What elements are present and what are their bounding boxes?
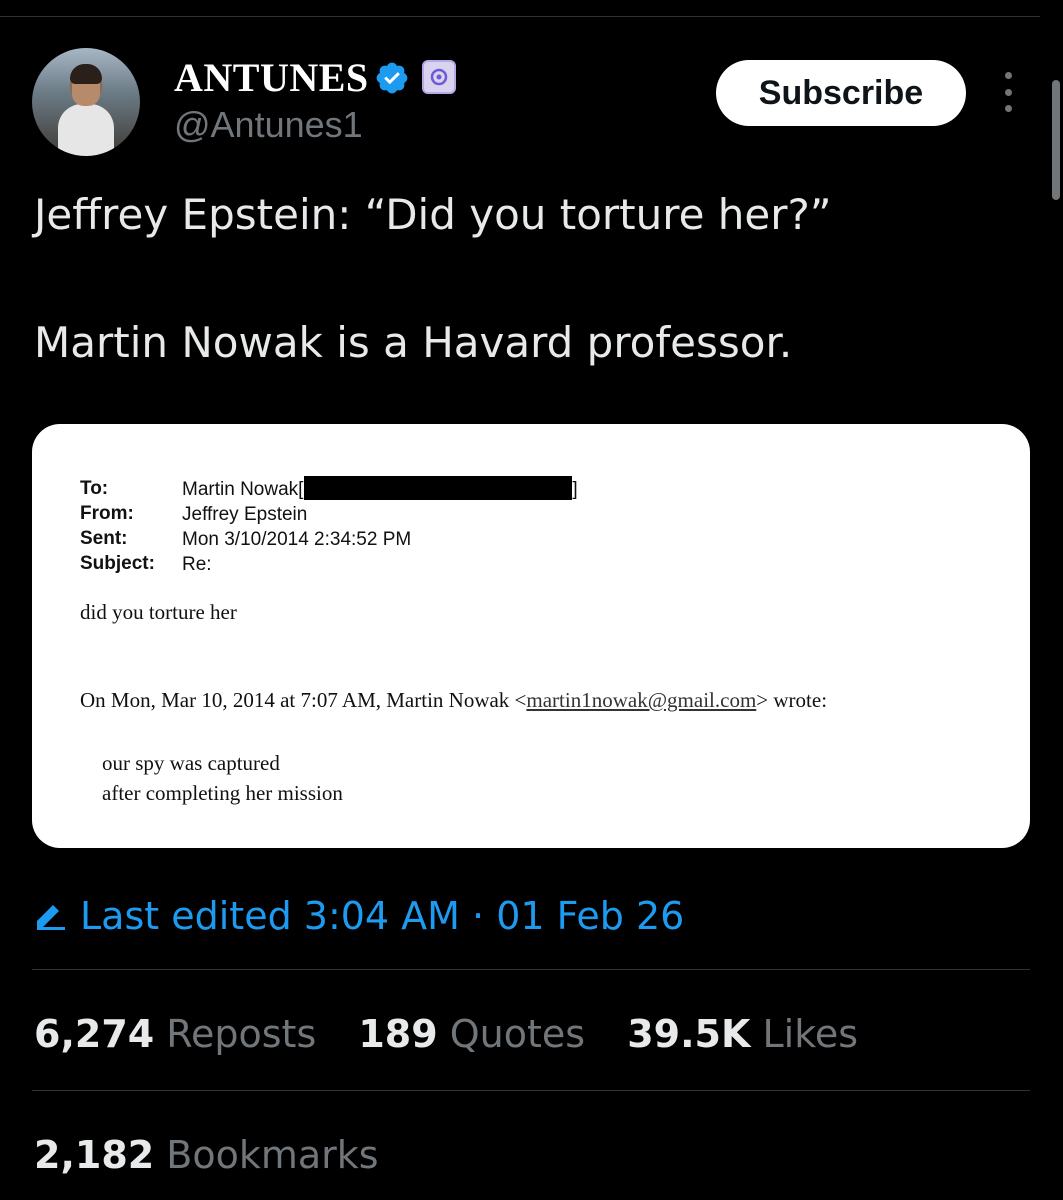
subscribe-button[interactable]: Subscribe (716, 60, 966, 126)
post-text-line-1: Jeffrey Epstein: “Did you torture her?” (34, 190, 832, 239)
display-name[interactable]: ANTUNES (174, 54, 369, 101)
email-address-link: martin1nowak@gmail.com (526, 688, 757, 712)
email-body: did you torture her (80, 600, 237, 624)
post-text-line-2: Martin Nowak is a Havard professor. (34, 318, 793, 367)
affiliate-badge-icon (422, 60, 456, 94)
email-subject-value: Re: (182, 554, 212, 575)
engagement-stats: 6,274 Reposts 189 Quotes 39.5K Likes (34, 1012, 888, 1056)
edit-history-link[interactable]: Last edited 3:04 AM · 01 Feb 26 (34, 894, 684, 938)
verified-badge-icon (376, 62, 408, 94)
email-from-value: Jeffrey Epstein (182, 504, 308, 525)
avatar-shirt (58, 104, 114, 156)
email-label-to: To: (80, 478, 109, 499)
reposts-stat[interactable]: 6,274 Reposts (34, 1012, 316, 1056)
top-divider (0, 16, 1040, 17)
avatar[interactable] (32, 48, 140, 156)
email-quoted-text: our spy was captured after completing he… (102, 748, 343, 808)
user-handle[interactable]: @Antunes1 (174, 104, 363, 146)
edit-info-text: Last edited 3:04 AM · 01 Feb 26 (80, 894, 685, 938)
avatar-hair (70, 64, 102, 84)
quotes-stat[interactable]: 189 Quotes (358, 1012, 585, 1056)
redaction-bar (304, 476, 573, 500)
email-label-subject: Subject: (80, 553, 155, 574)
divider (32, 969, 1030, 970)
email-to-value: Martin Nowak[] (182, 476, 578, 502)
attached-image[interactable]: To: From: Sent: Subject: Martin Nowak[] … (32, 424, 1030, 848)
divider (32, 1090, 1030, 1091)
pencil-icon (37, 905, 65, 930)
email-header-labels: To: From: Sent: Subject: (80, 476, 155, 576)
bookmarks-stat[interactable]: 2,182 Bookmarks (34, 1133, 379, 1177)
email-sent-value: Mon 3/10/2014 2:34:52 PM (182, 529, 412, 550)
email-quote-intro: On Mon, Mar 10, 2014 at 7:07 AM, Martin … (80, 688, 828, 712)
more-options-icon[interactable] (996, 72, 1020, 112)
email-label-sent: Sent: (80, 528, 128, 549)
quoted-line-1: our spy was captured (102, 751, 280, 775)
scrollbar[interactable] (1052, 80, 1060, 200)
quoted-line-2: after completing her mission (102, 781, 343, 805)
email-label-from: From: (80, 503, 134, 524)
likes-stat[interactable]: 39.5K Likes (627, 1012, 858, 1056)
email-header-values: Martin Nowak[] Jeffrey Epstein Mon 3/10/… (182, 476, 578, 577)
